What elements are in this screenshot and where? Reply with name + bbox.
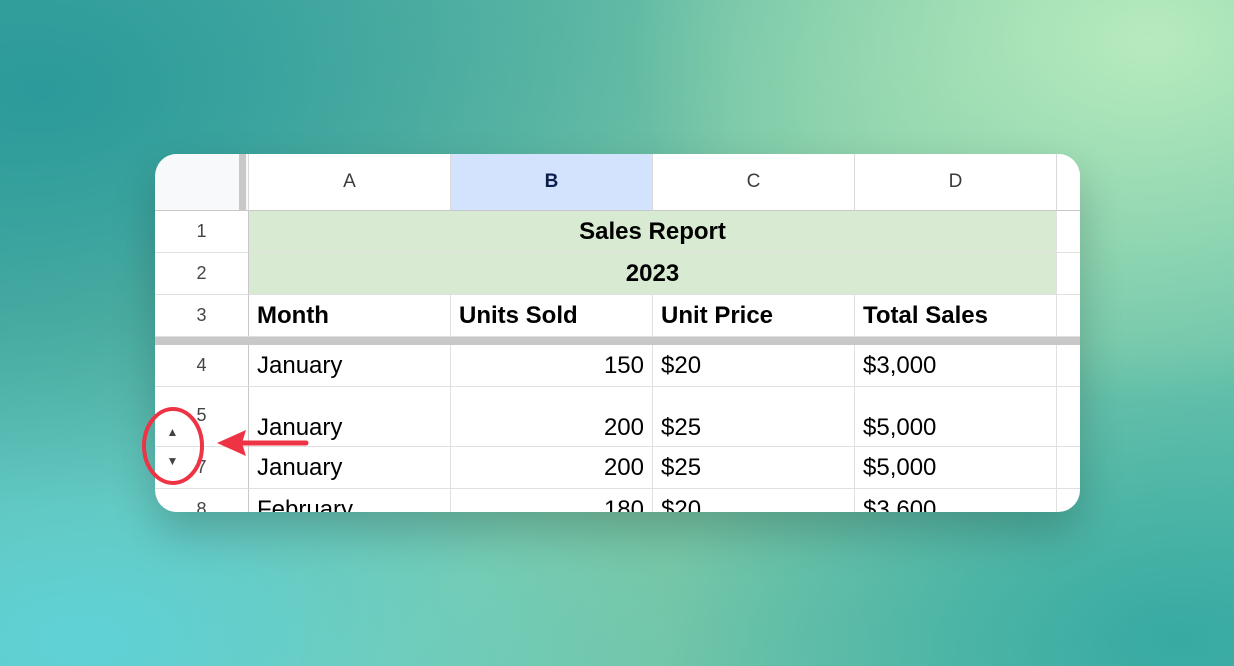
table-cell-month[interactable]: January <box>249 345 451 387</box>
row-header-2[interactable]: 2 <box>155 253 249 295</box>
frozen-column-divider[interactable] <box>239 154 246 211</box>
table-cell-total[interactable]: $3,600 <box>855 489 1057 512</box>
column-header-e[interactable] <box>1057 154 1080 211</box>
row-header-3[interactable]: 3 <box>155 295 249 337</box>
row-header-1[interactable]: 1 <box>155 211 249 253</box>
sheet-title-cell[interactable]: Sales Report <box>249 211 1057 253</box>
table-cell-price[interactable]: $25 <box>653 387 855 447</box>
column-header-b[interactable]: B <box>451 154 653 211</box>
triangle-down-icon: ▼ <box>166 454 179 468</box>
header-total-sales[interactable]: Total Sales <box>855 295 1057 337</box>
cell[interactable] <box>1057 211 1080 253</box>
unhide-rows-down-button[interactable]: ▼ <box>158 451 187 471</box>
column-header-c[interactable]: C <box>653 154 855 211</box>
cell[interactable] <box>1057 387 1080 447</box>
table-cell-total[interactable]: $5,000 <box>855 447 1057 489</box>
table-cell-price[interactable]: $25 <box>653 447 855 489</box>
header-units-sold[interactable]: Units Sold <box>451 295 653 337</box>
cell[interactable] <box>1057 295 1080 337</box>
table-cell-price[interactable]: $20 <box>653 489 855 512</box>
cell[interactable] <box>1057 447 1080 489</box>
cell[interactable] <box>1057 253 1080 295</box>
table-cell-total[interactable]: $5,000 <box>855 387 1057 447</box>
table-cell-units[interactable]: 180 <box>451 489 653 512</box>
column-header-d[interactable]: D <box>855 154 1057 211</box>
frozen-row-divider[interactable] <box>155 337 1080 345</box>
spreadsheet-card: A B C D 1 Sales Report 2 2023 3 Month Un… <box>155 154 1080 512</box>
select-all-corner[interactable] <box>155 154 249 211</box>
row-header-4[interactable]: 4 <box>155 345 249 387</box>
header-month[interactable]: Month <box>249 295 451 337</box>
table-cell-units[interactable]: 150 <box>451 345 653 387</box>
table-cell-month[interactable]: January <box>249 447 451 489</box>
triangle-up-icon: ▲ <box>166 425 179 439</box>
cell[interactable] <box>1057 489 1080 512</box>
table-cell-units[interactable]: 200 <box>451 447 653 489</box>
table-cell-month[interactable]: January <box>249 387 451 447</box>
unhide-rows-up-button[interactable]: ▲ <box>158 422 187 442</box>
cell[interactable] <box>1057 345 1080 387</box>
row-header-8[interactable]: 8 <box>155 489 249 512</box>
header-unit-price[interactable]: Unit Price <box>653 295 855 337</box>
table-cell-month[interactable]: February <box>249 489 451 512</box>
table-cell-units[interactable]: 200 <box>451 387 653 447</box>
table-cell-total[interactable]: $3,000 <box>855 345 1057 387</box>
table-cell-price[interactable]: $20 <box>653 345 855 387</box>
column-header-a[interactable]: A <box>249 154 451 211</box>
sheet-year-cell[interactable]: 2023 <box>249 253 1057 295</box>
